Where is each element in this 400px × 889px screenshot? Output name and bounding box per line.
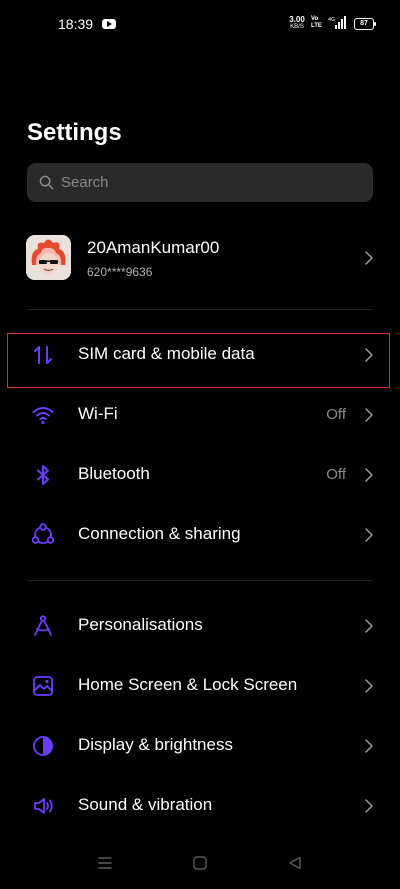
menu-icon[interactable] (97, 855, 113, 871)
youtube-notification-icon (102, 19, 116, 29)
settings-item-label: Display & brightness (78, 735, 233, 754)
search-bar[interactable]: Search (27, 163, 373, 202)
page-title: Settings (27, 119, 122, 146)
wifi-status: Off (326, 406, 346, 423)
divider (27, 309, 373, 310)
search-icon (39, 175, 54, 190)
settings-item-wifi[interactable]: Wi-Fi Off (0, 386, 400, 444)
signal-icon: 4G (328, 16, 346, 29)
home-lock-screen-icon (33, 676, 53, 696)
settings-item-personalisations[interactable]: Personalisations (0, 597, 400, 655)
chevron-right-icon (365, 528, 373, 542)
status-bar: 18:39 3.00 KB/S Vo LTE 4G 87 (0, 0, 400, 48)
network-speed: 3.00 KB/S (289, 15, 305, 31)
settings-item-label: Connection & sharing (78, 524, 241, 543)
profile-phone: 620****9636 (87, 265, 153, 279)
settings-item-bluetooth[interactable]: Bluetooth Off (0, 446, 400, 504)
svg-text:4G: 4G (328, 17, 335, 23)
settings-item-label: Bluetooth (78, 464, 150, 483)
chevron-right-icon (365, 408, 373, 422)
avatar (26, 235, 71, 280)
account-profile[interactable]: 20AmanKumar00 620****9636 (0, 228, 400, 290)
connection-sharing-icon (31, 523, 55, 544)
settings-item-sound-vibration[interactable]: Sound & vibration (0, 777, 400, 835)
settings-item-display-brightness[interactable]: Display & brightness (0, 717, 400, 775)
highlight-box (7, 333, 390, 388)
sound-vibration-icon (34, 798, 53, 814)
chevron-right-icon (365, 468, 373, 482)
status-time: 18:39 (58, 16, 94, 32)
bluetooth-icon (37, 465, 49, 485)
volte-indicator: Vo LTE (311, 16, 322, 29)
divider (27, 580, 373, 581)
navigation-bar (0, 845, 400, 885)
chevron-right-icon (365, 739, 373, 753)
chevron-right-icon (365, 679, 373, 693)
chevron-right-icon (365, 251, 373, 265)
chevron-right-icon (365, 619, 373, 633)
back-icon[interactable] (287, 855, 303, 871)
profile-name: 20AmanKumar00 (87, 238, 220, 257)
search-placeholder: Search (61, 174, 109, 191)
settings-item-label: Home Screen & Lock Screen (78, 675, 298, 694)
settings-item-label: Wi-Fi (78, 404, 118, 423)
chevron-right-icon (365, 799, 373, 813)
settings-item-home-lock-screen[interactable]: Home Screen & Lock Screen (0, 657, 400, 715)
battery-icon: 87 (354, 18, 376, 30)
bluetooth-status: Off (326, 466, 346, 483)
settings-item-connection-sharing[interactable]: Connection & sharing (0, 506, 400, 564)
settings-item-label: Personalisations (78, 615, 203, 634)
display-brightness-icon (33, 736, 53, 756)
settings-item-label: Sound & vibration (78, 795, 213, 814)
home-icon[interactable] (192, 855, 208, 871)
wifi-icon (32, 407, 54, 425)
personalisation-icon (34, 615, 52, 636)
